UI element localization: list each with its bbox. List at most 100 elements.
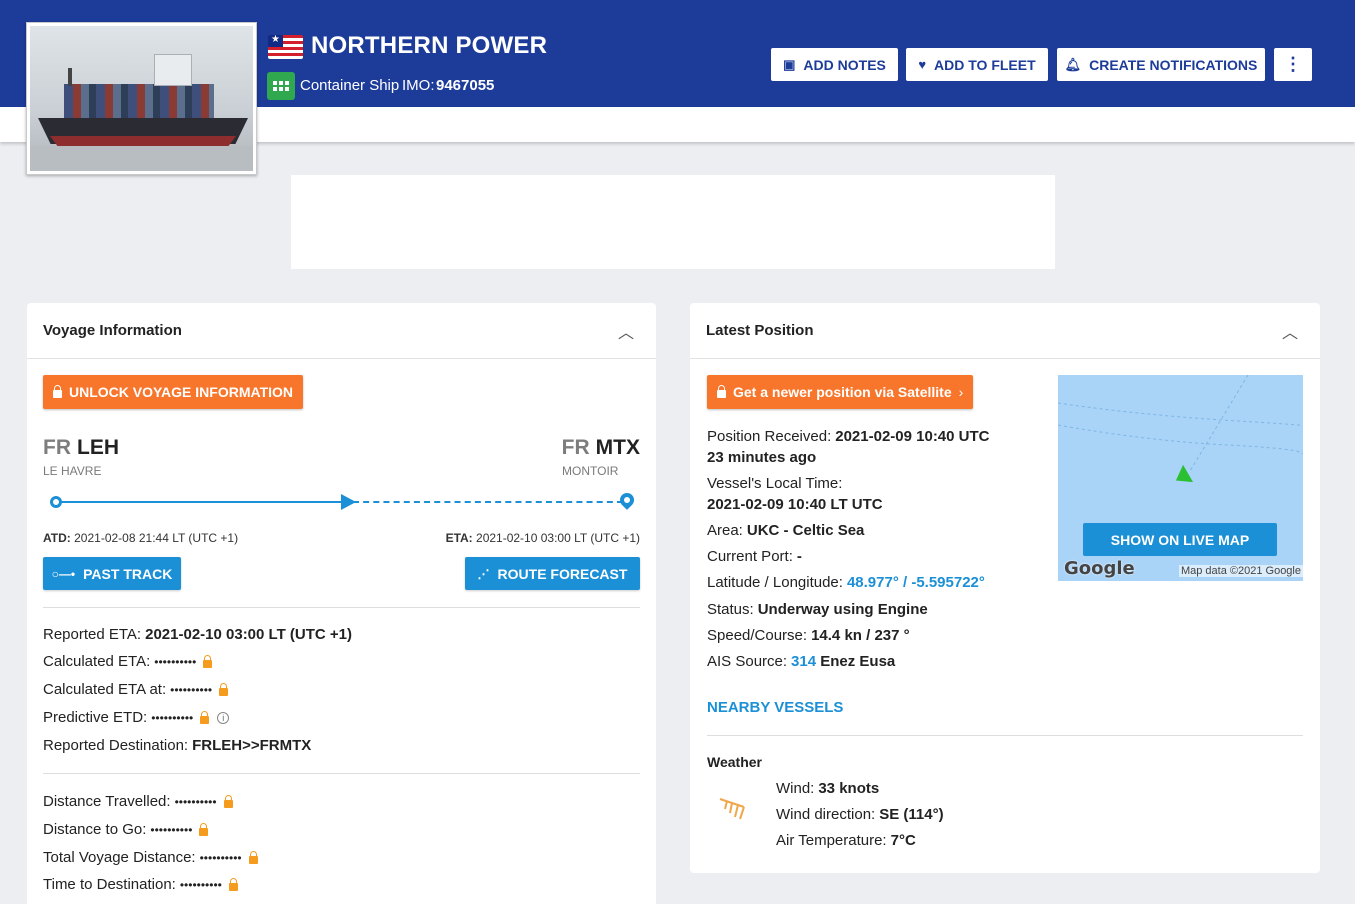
past-track-button[interactable]: ○—• PAST TRACK [43, 557, 181, 590]
bell-icon: 🔔︎ [1064, 57, 1082, 72]
atd-value: 2021-02-08 21:44 LT (UTC +1) [74, 531, 239, 545]
departure-country: FR [43, 436, 71, 459]
lock-icon[interactable] [228, 876, 238, 893]
speed-course-value: 14.4 kn / 237 ° [811, 627, 910, 644]
nearby-vessels-link[interactable]: NEARBY VESSELS [707, 699, 843, 716]
masked-value: •••••••••• [150, 822, 193, 837]
add-notes-button[interactable]: ▣ ADD NOTES [771, 48, 898, 81]
voyage-information-card: Voyage Information ︿ UNLOCK VOYAGE INFOR… [27, 303, 656, 904]
masked-value: •••••••••• [154, 654, 197, 669]
chevron-up-icon[interactable]: ︿ [618, 319, 634, 343]
add-to-fleet-button[interactable]: ♥ ADD TO FLEET [906, 48, 1048, 81]
calculated-eta-row: Calculated ETA: •••••••••• [43, 653, 213, 670]
add-notes-label: ADD NOTES [803, 56, 886, 73]
position-received-ago-row: 23 minutes ago [707, 449, 816, 466]
photo-mast [68, 68, 72, 86]
arrival-port[interactable]: FR MTX [562, 436, 640, 460]
latest-position-card: Latest Position ︿ Get a newer position v… [690, 303, 1320, 873]
calculated-eta-at-row: Calculated ETA at: •••••••••• [43, 681, 229, 698]
distance-to-go-label: Distance to Go: [43, 821, 147, 838]
local-time-row: 2021-02-09 10:40 LT UTC [707, 496, 883, 513]
map-attribution[interactable]: Map data ©2021 Google [1178, 565, 1303, 577]
flag-canton: ★ [268, 35, 283, 47]
voyage-card-title: Voyage Information [43, 322, 182, 339]
distance-to-go-row: Distance to Go: •••••••••• [43, 821, 209, 838]
wind-direction-row: Wind direction: SE (114°) [776, 806, 944, 823]
lock-icon[interactable] [219, 681, 229, 698]
position-received-row: Position Received: 2021-02-09 10:40 UTC [707, 428, 990, 445]
arrival-code: MTX [595, 436, 640, 459]
lock-icon[interactable] [200, 709, 210, 726]
lock-icon[interactable] [248, 849, 258, 866]
area-value: UKC - Celtic Sea [746, 522, 865, 539]
info-icon[interactable]: i [217, 711, 230, 724]
local-time-label-row: Vessel's Local Time: [707, 475, 846, 492]
distance-travelled-label: Distance Travelled: [43, 793, 171, 810]
ais-source-name: Enez Eusa [820, 653, 896, 670]
lock-icon[interactable] [199, 821, 209, 838]
atd-text: ATD: 2021-02-08 21:44 LT (UTC +1) [43, 531, 238, 545]
predictive-etd-row: Predictive ETD: •••••••••• i [43, 709, 230, 726]
satellite-position-label: Get a newer position via Satellite [733, 384, 952, 400]
current-port-value: - [796, 548, 802, 565]
wind-value: 33 knots [818, 780, 880, 797]
area-row: Area: UKC - Celtic Sea [707, 522, 864, 539]
latlon-row: Latitude / Longitude: 48.977° / -5.59572… [707, 574, 985, 591]
calculated-eta-label: Calculated ETA: [43, 653, 151, 670]
position-card-title: Latest Position [706, 322, 814, 339]
photo-bridge [154, 54, 192, 86]
status-row: Status: Underway using Engine [707, 601, 928, 618]
lock-icon[interactable] [203, 653, 213, 670]
vessel-progress-arrow-icon [341, 494, 356, 510]
track-icon: ○—• [51, 566, 76, 581]
reported-destination-value: FRLEH>>FRMTX [192, 737, 312, 754]
chevron-up-icon[interactable]: ︿ [1282, 319, 1298, 343]
eta-label: ETA: [445, 531, 473, 545]
vessel-type: Container Ship [300, 77, 400, 94]
show-on-live-map-button[interactable]: SHOW ON LIVE MAP [1083, 523, 1277, 556]
route-progress-line [55, 501, 349, 503]
destination-pin-icon [617, 490, 637, 510]
add-to-fleet-label: ADD TO FLEET [934, 56, 1036, 73]
section-divider [707, 735, 1303, 736]
create-notifications-button[interactable]: 🔔︎ CREATE NOTIFICATIONS [1057, 48, 1265, 81]
satellite-position-button[interactable]: Get a newer position via Satellite › [707, 375, 974, 409]
reported-eta-row: Reported ETA: 2021-02-10 03:00 LT (UTC +… [43, 626, 352, 643]
lock-icon [717, 385, 726, 398]
calculated-eta-at-label: Calculated ETA at: [43, 681, 167, 698]
local-time-value: 2021-02-09 10:40 LT UTC [707, 496, 883, 513]
unlock-voyage-button[interactable]: UNLOCK VOYAGE INFORMATION [43, 375, 304, 409]
total-voyage-distance-label: Total Voyage Distance: [43, 849, 196, 866]
unlock-voyage-label: UNLOCK VOYAGE INFORMATION [69, 384, 294, 400]
reported-destination-row: Reported Destination: FRLEH>>FRMTX [43, 737, 311, 754]
masked-value: •••••••••• [179, 877, 222, 892]
vessel-photo[interactable] [26, 22, 257, 175]
photo-hull-waterline [50, 136, 236, 146]
wind-label: Wind: [776, 780, 815, 797]
section-divider [43, 773, 640, 774]
wind-direction-value: SE (114°) [879, 806, 944, 823]
card-divider [27, 358, 656, 359]
latlon-link[interactable]: 48.977° / -5.595722° [847, 574, 985, 591]
lock-icon[interactable] [223, 793, 233, 810]
arrival-port-name: MONTOIR [562, 464, 619, 478]
ais-source-row: AIS Source: 314 Enez Eusa [707, 653, 895, 670]
card-divider [690, 358, 1320, 359]
reported-eta-label: Reported ETA: [43, 626, 142, 643]
imo-value: 9467055 [436, 77, 495, 94]
departure-port[interactable]: FR LEH [43, 436, 119, 460]
section-divider [43, 607, 640, 608]
more-icon: ⋮ [1284, 54, 1302, 74]
imo-label: IMO: [402, 77, 435, 94]
route-forecast-button[interactable]: ⋰ ROUTE FORECAST [465, 557, 640, 590]
position-map[interactable]: SHOW ON LIVE MAP Google Map data ©2021 G… [1058, 375, 1303, 581]
departure-port-name: LE HAVRE [43, 464, 102, 478]
ais-source-id-link[interactable]: 314 [791, 653, 816, 670]
current-port-row: Current Port: - [707, 548, 802, 565]
chevron-right-icon: › [958, 384, 964, 400]
masked-value: •••••••••• [151, 710, 194, 725]
photo-water [30, 146, 253, 171]
masked-value: •••••••••• [199, 850, 242, 865]
route-forecast-label: ROUTE FORECAST [497, 565, 628, 582]
more-options-button[interactable]: ⋮ [1274, 48, 1312, 81]
